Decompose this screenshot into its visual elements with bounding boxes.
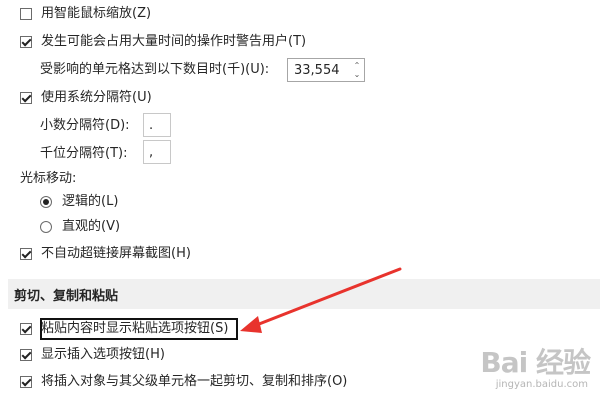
watermark-logo: Bai 经验 [480, 346, 591, 379]
baidu-jingyan-watermark: Bai 经验 jingyan.baidu.com [458, 337, 598, 397]
watermark-url: jingyan.baidu.com [495, 379, 588, 390]
